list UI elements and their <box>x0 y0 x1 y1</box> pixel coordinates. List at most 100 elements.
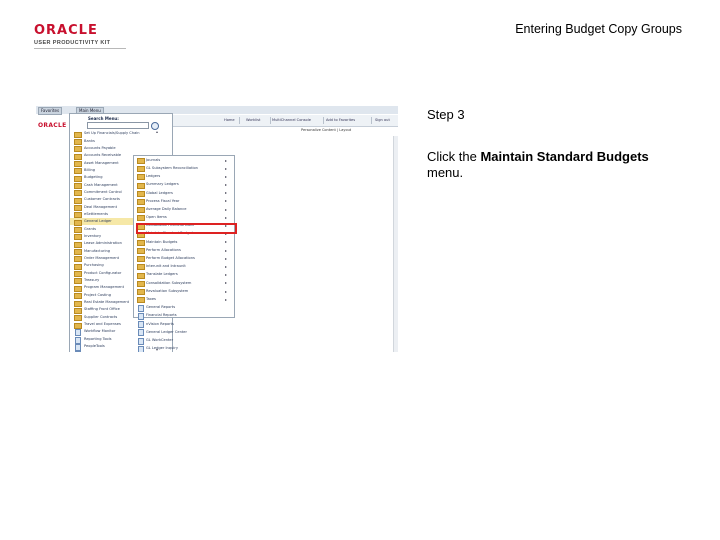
submenu-item[interactable]: General Ledger Center <box>134 328 234 337</box>
menu-item[interactable]: Banks <box>70 137 172 145</box>
submenu-item[interactable]: Process Fiscal Year ▸ <box>134 197 234 205</box>
submenu-item-label: General Ledger Center <box>146 329 187 334</box>
folder-icon <box>137 297 145 304</box>
submenu-arrow-icon: ▸ <box>225 182 228 188</box>
instruction-prefix: Click the <box>427 149 481 164</box>
submenu-item[interactable]: Revaluation Subsystem ▸ <box>134 287 234 295</box>
submenu-item[interactable]: Taxes ▸ <box>134 295 234 304</box>
nav-home-link[interactable]: Home <box>224 118 235 122</box>
folder-icon <box>137 289 145 295</box>
maintain-standard-budgets-highlight <box>136 223 237 234</box>
menu-item-label: Customer Contracts <box>84 197 120 202</box>
menu-item-label: Treasury <box>84 278 100 283</box>
submenu-item-label: Interunit and Intraunit <box>146 264 186 269</box>
oracle-upk-logo: ORACLE USER PRODUCTIVITY KIT <box>34 24 124 46</box>
submenu-arrow-icon: ▸ <box>225 255 228 261</box>
submenu-item-label: Summary Ledgers <box>146 182 179 187</box>
nav-divider <box>323 117 324 124</box>
submenu-item[interactable]: GL Subsystem Reconciliation ▸ <box>134 164 234 173</box>
submenu-list: Journals ▸ GL Subsystem Reconciliation ▸ Led… <box>134 156 234 352</box>
submenu-item-label: Revaluation Subsystem <box>146 288 189 293</box>
menu-item-label: Budgeting <box>84 175 103 180</box>
tab-favorites[interactable]: Favorites <box>38 107 63 115</box>
submenu-item-label: GL Ledger Inquiry <box>146 346 178 351</box>
menu-item[interactable]: Accounts Payable <box>70 145 172 153</box>
submenu-arrow-icon: ▸ <box>225 198 228 204</box>
submenu-arrow-icon: ▸ <box>225 157 228 163</box>
menu-item-label: Order Management <box>84 256 120 261</box>
folder-icon <box>137 158 145 164</box>
submenu-item-label: Average Daily Balance <box>146 206 187 211</box>
submenu-item[interactable]: Translate Ledgers ▸ <box>134 271 234 279</box>
submenu-item[interactable]: Consolidation Subsystem ▸ <box>134 279 234 287</box>
submenu-item[interactable]: Summary Ledgers ▸ <box>134 181 234 189</box>
submenu-item-label: Consolidation Subsystem <box>146 280 192 285</box>
folder-icon <box>137 198 145 205</box>
nav-divider <box>371 117 372 124</box>
submenu-arrow-icon: ▸ <box>225 239 228 245</box>
submenu-item[interactable]: Average Daily Balance ▸ <box>134 205 234 214</box>
app-oracle-logo: ORACLE <box>38 122 67 129</box>
folder-icon <box>137 239 145 246</box>
submenu-item[interactable]: Journals ▸ <box>134 156 234 164</box>
menu-item-label: Accounts Receivable <box>84 153 122 158</box>
page-icon <box>75 351 81 352</box>
submenu-arrow-icon: ▸ <box>225 206 228 212</box>
submenu-item[interactable]: GL Ledger Inquiry <box>134 344 234 352</box>
submenu-item[interactable]: Interunit and Intraunit ▸ <box>134 262 234 271</box>
search-menu-label: Search Menu: <box>88 116 119 121</box>
menu-item-label: Workflow Monitor <box>84 329 116 334</box>
folder-icon <box>137 256 145 263</box>
personalize-links[interactable]: Personalize Content | Layout <box>301 128 351 132</box>
folder-icon <box>137 174 145 181</box>
menu-item-label: General Ledger <box>84 219 112 224</box>
menu-item[interactable]: Set Up Financials/Supply Chain <box>70 130 172 138</box>
folder-icon <box>137 215 145 222</box>
submenu-item-label: Open Items <box>146 215 167 220</box>
logo-oracle-text: ORACLE <box>34 23 98 38</box>
nav-add-favorites-link[interactable]: Add to Favorites <box>326 118 355 122</box>
submenu-item[interactable]: Open Items ▸ <box>134 213 234 222</box>
submenu-item[interactable]: Financial Reports <box>134 312 234 321</box>
page-scrollbar[interactable] <box>393 136 398 352</box>
folder-icon <box>137 166 145 173</box>
general-ledger-submenu: Journals ▸ GL Subsystem Reconciliation ▸ Led… <box>133 155 235 352</box>
submenu-item-label: Perform Budget Allocations <box>146 256 195 261</box>
submenu-item-label: GL WorkCenter <box>146 337 174 342</box>
nav-worklist-link[interactable]: Worklist <box>246 118 260 122</box>
menu-item-label: Travel and Expenses <box>84 322 121 327</box>
nav-signout-link[interactable]: Sign out <box>375 118 390 122</box>
submenu-item[interactable]: GL WorkCenter <box>134 336 234 345</box>
nav-multichannel-link[interactable]: MultiChannel Console <box>272 118 311 122</box>
menu-item-label: Inventory <box>84 234 102 238</box>
submenu-item-label: Translate Ledgers <box>146 272 178 277</box>
header-divider <box>34 48 126 49</box>
folder-icon <box>137 272 145 279</box>
application-screenshot: Favorites Main Menu ORACLE Home Worklist… <box>36 106 398 352</box>
submenu-item[interactable]: nVision Reports <box>134 320 234 329</box>
submenu-item[interactable]: Global Ledgers ▸ <box>134 189 234 197</box>
menu-item-label: Accounts Payable <box>84 145 116 150</box>
submenu-item-label: GL Subsystem Reconciliation <box>146 165 198 170</box>
submenu-item-label: nVision Reports <box>146 321 174 326</box>
menu-item-label: Cash Management <box>84 182 118 187</box>
menu-item-label: My Personalizations <box>84 352 120 353</box>
nav-divider <box>270 117 271 124</box>
submenu-arrow-icon: ▸ <box>225 190 228 196</box>
submenu-item[interactable]: Maintain Budgets ▸ <box>134 238 234 246</box>
menu-item-label: Program Management <box>84 285 124 290</box>
submenu-item[interactable]: Perform Allocations ▸ <box>134 246 234 255</box>
menu-item-label: Set Up Financials/Supply Chain <box>84 131 140 136</box>
submenu-item[interactable]: General Reports <box>134 303 234 312</box>
menu-item-label: eSettlements <box>84 211 109 216</box>
submenu-item[interactable]: Ledgers ▸ <box>134 172 234 181</box>
submenu-item-label: Taxes <box>146 296 156 301</box>
submenu-item[interactable]: Perform Budget Allocations ▸ <box>134 254 234 263</box>
menu-item-label: Supplier Contracts <box>84 314 118 319</box>
step-instruction: Click the Maintain Standard Budgets menu… <box>427 149 657 181</box>
submenu-item-label: Ledgers <box>146 174 161 179</box>
search-menu-input[interactable] <box>87 122 149 129</box>
submenu-item-label: Perform Allocations <box>146 247 181 252</box>
submenu-arrow-icon: ▸ <box>225 214 228 220</box>
submenu-arrow-icon: ▸ <box>225 165 228 171</box>
